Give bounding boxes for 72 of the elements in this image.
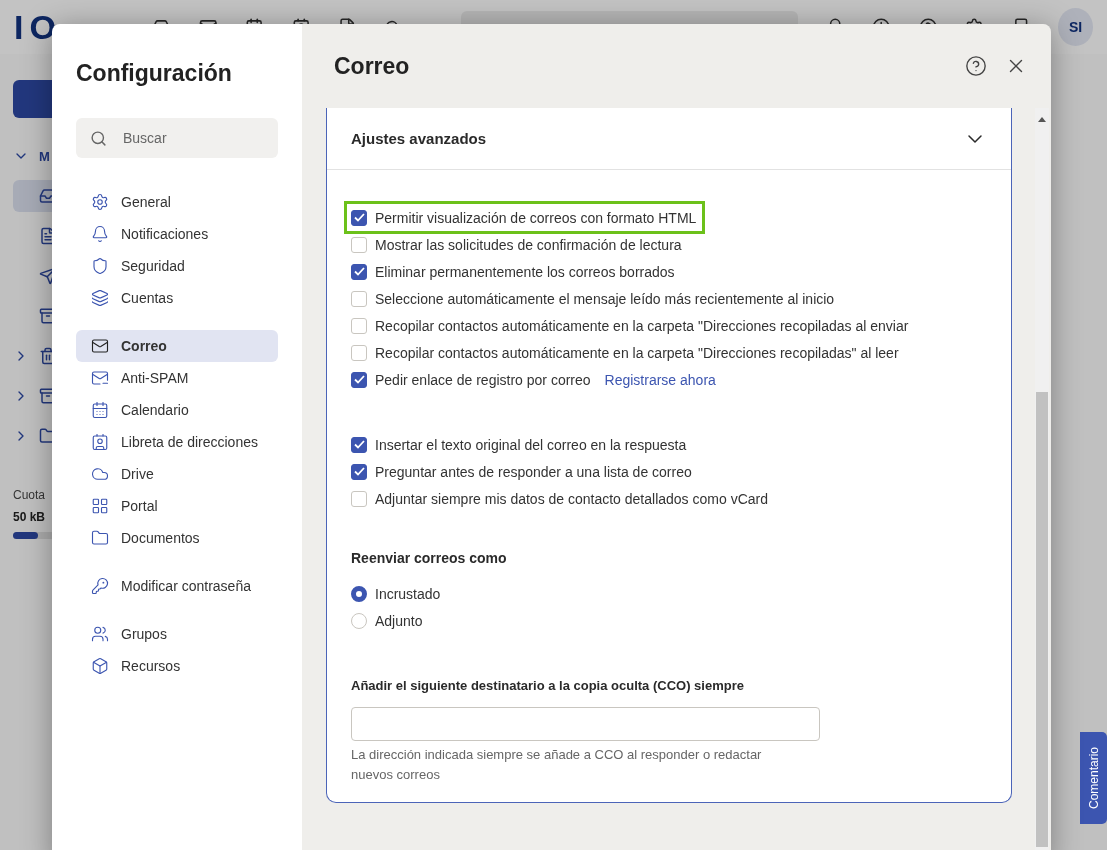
logo: IO: [14, 7, 63, 47]
checkbox[interactable]: [351, 490, 367, 507]
option-label: Mostrar las solicitudes de confirmación de lectura: [375, 236, 682, 253]
radio-button[interactable]: [351, 585, 367, 602]
checkbox[interactable]: [351, 371, 367, 388]
checkbox[interactable]: [351, 236, 367, 253]
nav-icon: [91, 369, 109, 387]
option-label: Preguntar antes de responder a una lista de correo: [375, 463, 692, 480]
nav-icon: [91, 577, 109, 595]
section-title: Ajustes avanzados: [351, 130, 487, 147]
option-label: Eliminar permanentemente los correos borrados: [375, 263, 675, 280]
checkbox[interactable]: [351, 263, 367, 280]
checkbox[interactable]: [351, 463, 367, 480]
nav-item[interactable]: Anti-SPAM: [76, 362, 278, 394]
nav-icon: [91, 433, 109, 451]
checkbox[interactable]: [351, 344, 367, 361]
search-icon: [90, 129, 107, 147]
nav-item[interactable]: Drive: [76, 458, 278, 490]
input-field[interactable]: [351, 707, 820, 741]
option-label: Recopilar contactos automáticamente en la carpeta "Direcciones recopiladas" al leer: [375, 344, 899, 361]
radio-button[interactable]: [351, 612, 367, 629]
field-label: Añadir el siguiente destinatario a la copia oculta (CCO) siempre: [351, 678, 745, 693]
option-label: Recopilar contactos automáticamente en la carpeta "Direcciones recopiladas al enviar: [375, 317, 909, 334]
checkbox[interactable]: [351, 209, 367, 226]
nav-icon: [91, 529, 109, 547]
nav-item[interactable]: Grupos: [76, 618, 278, 650]
nav-item[interactable]: Seguridad: [76, 250, 278, 282]
option-label: Permitir visualización de correos con formato HTML: [375, 209, 697, 226]
option-label: Insertar el texto original del correo en la respuesta: [375, 436, 687, 453]
nav-icon: [91, 657, 109, 675]
nav-icon: [91, 257, 109, 275]
quota-label: Cuota: [13, 488, 47, 502]
dialog-title: Configuración: [76, 60, 233, 87]
option-label: Adjuntar siempre mis datos de contacto detallados como vCard: [375, 490, 768, 507]
scrollbar[interactable]: [1035, 108, 1049, 850]
checkbox[interactable]: [351, 317, 367, 334]
option-label: Pedir enlace de registro por correo: [375, 371, 591, 388]
nav-icon: [91, 193, 109, 211]
nav-item[interactable]: Modificar contraseña: [76, 570, 278, 602]
group-label: Reenviar correos como: [351, 550, 508, 566]
help-button[interactable]: [965, 55, 987, 77]
nav-icon: [91, 337, 109, 355]
nav-icon: [91, 289, 109, 307]
avatar[interactable]: SI: [1058, 8, 1093, 46]
nav-item[interactable]: Calendario: [76, 394, 278, 426]
option-label: Adjunto: [375, 612, 423, 629]
nav-icon: [91, 465, 109, 483]
quota-value: 50 kB: [13, 510, 47, 524]
checkbox[interactable]: [351, 436, 367, 453]
nav-icon: [91, 497, 109, 515]
nav-item[interactable]: Correo: [76, 330, 278, 362]
checkbox[interactable]: [351, 290, 367, 307]
nav-item[interactable]: Notificaciones: [76, 218, 278, 250]
nav-item[interactable]: Cuentas: [76, 282, 278, 314]
nav-item[interactable]: Documentos: [76, 522, 278, 554]
field-hint: La dirección indicada siempre se añade a CCO al responder o redactar nuevos correos: [351, 746, 763, 784]
nav-item[interactable]: Libreta de direcciones: [76, 426, 278, 458]
nav-item[interactable]: Portal: [76, 490, 278, 522]
nav-item[interactable]: General: [76, 186, 278, 218]
panel-title: Correo: [334, 52, 410, 80]
search-placeholder: Buscar: [123, 130, 167, 146]
folder-label[interactable]: M: [39, 148, 50, 164]
option-label: Seleccione automáticamente el mensaje leído más recientemente al inicio: [375, 290, 835, 307]
nav-item[interactable]: Recursos: [76, 650, 278, 682]
feedback-button[interactable]: Comentario: [1080, 732, 1107, 824]
nav-icon: [91, 225, 109, 243]
nav-icon: [91, 625, 109, 643]
option-label: Incrustado: [375, 585, 441, 602]
scroll-up-icon[interactable]: [1038, 116, 1046, 122]
nav-icon: [91, 401, 109, 419]
register-link[interactable]: Registrarse ahora: [604, 371, 716, 388]
search-field[interactable]: Buscar: [76, 118, 278, 158]
